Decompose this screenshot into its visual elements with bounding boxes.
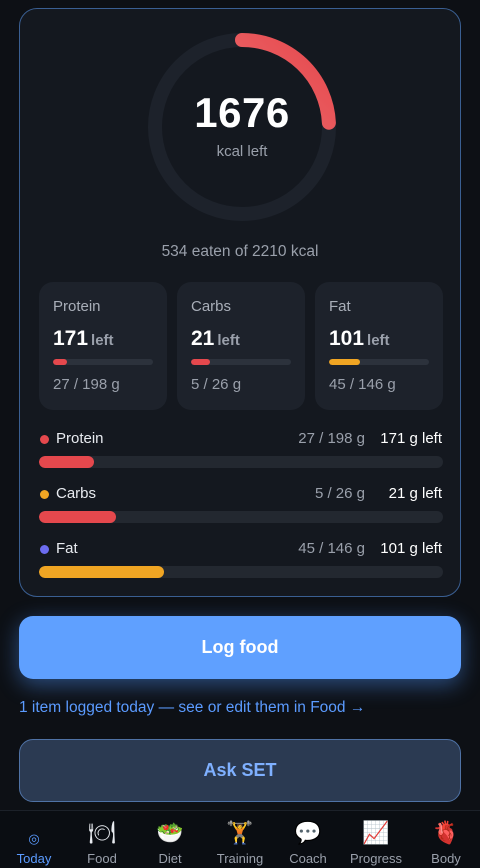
macro-row-name: Fat [56, 540, 78, 557]
macro-tile-bar [191, 359, 291, 365]
macro-tiles: Protein 171 left 27 / 198 g Carbs 21 left … [39, 282, 443, 410]
macro-row-left: 101 g left [380, 540, 442, 557]
target-icon: ◎ [28, 831, 40, 846]
macro-tile-name: Fat [329, 298, 351, 315]
ask-set-button[interactable]: Ask SET [19, 739, 461, 802]
tab-coach[interactable]: 💬 Coach [276, 811, 340, 868]
calorie-ring: 1676 kcal left [144, 29, 340, 225]
macro-tile-value: 21 left [191, 327, 240, 350]
macro-row-amount: 45 / 146 g [298, 540, 365, 557]
macro-tile-amount: 45 / 146 g [329, 376, 396, 393]
chart-up-icon: 📈 [362, 820, 390, 845]
macro-row-amount: 5 / 26 g [314, 485, 365, 502]
daily-summary-card: 1676 kcal left 534 eaten of 2210 kcal Pr… [19, 8, 461, 597]
macro-tile-value: 171 left [53, 327, 114, 350]
tab-diet[interactable]: 🥗 Diet [136, 811, 204, 868]
tab-today[interactable]: ◎ Today [0, 811, 68, 868]
macro-tile-bar [329, 359, 429, 365]
macro-tile-value: 101 left [329, 327, 390, 350]
salad-icon: 🥗 [156, 820, 184, 845]
kcal-left-label: kcal left [216, 142, 268, 160]
macro-row-left: 171 g left [380, 430, 442, 447]
heart-anatomical-icon: 🫀 [432, 820, 460, 845]
macro-tile-protein[interactable]: Protein 171 left 27 / 198 g [39, 282, 167, 410]
macro-row-bar [39, 511, 443, 523]
macro-tile-amount: 5 / 26 g [191, 376, 242, 393]
speech-bubble-icon: 💬 [294, 820, 322, 845]
macro-tile-carbs[interactable]: Carbs 21 left 5 / 26 g [177, 282, 305, 410]
tab-food[interactable]: 🍽 Food [68, 811, 136, 868]
macro-row-bar [39, 456, 443, 468]
log-food-button[interactable]: Log food [19, 616, 461, 679]
tab-label: Training [216, 851, 264, 866]
tab-progress[interactable]: 📈 Progress [340, 811, 412, 868]
tab-training[interactable]: 🏋 Training [204, 811, 276, 868]
eaten-summary: 534 eaten of 2210 kcal [161, 243, 319, 260]
tab-label: Today [16, 851, 52, 866]
macro-row-left: 21 g left [388, 485, 442, 502]
macro-row-name: Carbs [56, 485, 97, 502]
macro-tile-fat[interactable]: Fat 101 left 45 / 146 g [315, 282, 443, 410]
protein-dot-icon [40, 435, 49, 444]
tab-label: Body [431, 851, 461, 866]
fat-dot-icon [40, 545, 49, 554]
tab-body[interactable]: 🫀 Body [412, 811, 480, 868]
macro-row-carbs: Carbs 5 / 26 g 21 g left [39, 484, 443, 523]
macro-tile-bar [53, 359, 153, 365]
macro-row-amount: 27 / 198 g [298, 430, 365, 447]
carbs-dot-icon [40, 490, 49, 499]
macro-row-bar [39, 566, 443, 578]
macro-tile-name: Carbs [191, 298, 232, 315]
macro-tile-name: Protein [53, 298, 101, 315]
tab-label: Progress [349, 851, 403, 866]
macro-row-fat: Fat 45 / 146 g 101 g left [39, 539, 443, 578]
logged-items-link[interactable]: 1 item logged today — see or edit them i… [19, 699, 365, 717]
tab-label: Food [87, 851, 117, 866]
macro-row-name: Protein [56, 430, 104, 447]
tab-label: Diet [158, 851, 182, 866]
macro-tile-amount: 27 / 198 g [53, 376, 120, 393]
macro-row-protein: Protein 27 / 198 g 171 g left [39, 429, 443, 468]
weightlifter-icon: 🏋 [226, 820, 254, 845]
bottom-tab-bar: ◎ Today 🍽 Food 🥗 Diet 🏋 Training 💬 Coach… [0, 810, 480, 868]
kcal-left-value: 1676 [194, 88, 290, 136]
tab-label: Coach [289, 851, 327, 866]
plate-cutlery-icon: 🍽 [88, 820, 116, 845]
